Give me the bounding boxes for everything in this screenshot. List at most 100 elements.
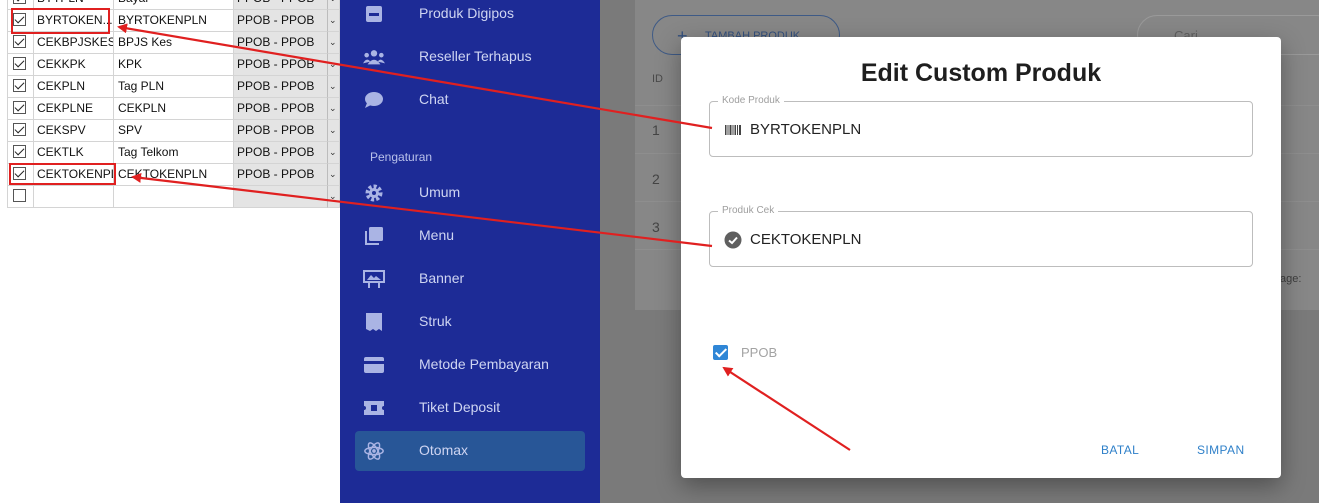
code-cell[interactable]: CEKPLNE: [34, 98, 114, 120]
sidebar-item-tiket-deposit[interactable]: Tiket Deposit: [355, 388, 585, 428]
name-cell[interactable]: KPK: [114, 54, 234, 76]
atom-icon: [363, 440, 385, 462]
chevron-down-icon[interactable]: ⌄: [327, 98, 340, 120]
card-icon: [363, 354, 385, 376]
code-cell[interactable]: CEKTLK: [34, 142, 114, 164]
name-cell[interactable]: BPJS Kes: [114, 32, 234, 54]
ppob-checkbox[interactable]: [713, 345, 728, 360]
spreadsheet: BYTPLNBayarPPOB - PPOB⌄BYRTOKEN...BYRTOK…: [0, 0, 340, 208]
receipt-icon: [363, 311, 385, 333]
code-cell[interactable]: CEKTOKENPLN: [34, 164, 114, 186]
checkbox-icon: [13, 13, 26, 27]
code-cell[interactable]: CEKPLN: [34, 76, 114, 98]
name-cell[interactable]: CEKTOKENPLN: [114, 164, 234, 186]
code-cell[interactable]: CEKKPK: [34, 54, 114, 76]
table-row: ⌄: [0, 186, 340, 208]
sidebar-item-reseller-terhapus[interactable]: Reseller Terhapus: [355, 37, 585, 77]
table-row: CEKTOKENPLNCEKTOKENPLNPPOB - PPOB⌄: [0, 164, 340, 186]
code-cell[interactable]: CEKBPJSKES: [34, 32, 114, 54]
category-cell[interactable]: [234, 186, 327, 208]
chevron-down-icon[interactable]: ⌄: [327, 120, 340, 142]
category-cell[interactable]: PPOB - PPOB: [234, 10, 327, 32]
table-row: CEKTLK Tag Telkom PPOB - PPOB ⌄: [0, 142, 340, 164]
checkbox-icon: [13, 57, 26, 71]
sidebar-item-label: Otomax: [419, 442, 469, 458]
code-cell[interactable]: [34, 186, 114, 208]
checkbox-icon: [13, 0, 26, 5]
table-row: BYRTOKEN... BYRTOKENPLN PPOB - PPOB ⌄: [0, 10, 340, 32]
barcode-icon: [724, 121, 742, 139]
chevron-down-icon[interactable]: ⌄: [327, 0, 340, 10]
sidebar-item-label: Struk: [419, 313, 452, 329]
row-checkbox[interactable]: [7, 120, 34, 142]
name-cell[interactable]: SPV: [114, 120, 234, 142]
chevron-down-icon[interactable]: ⌄: [327, 142, 340, 164]
name-cell[interactable]: CEKPLN: [114, 98, 234, 120]
checkbox-icon: [13, 145, 26, 159]
chevron-down-icon[interactable]: ⌄: [327, 32, 340, 54]
column-header-id: ID: [652, 73, 663, 85]
produk-cek-field[interactable]: Produk Cek CEKTOKENPLN: [709, 205, 1253, 267]
category-cell[interactable]: PPOB - PPOB: [234, 142, 327, 164]
sidebar-item-label: Banner: [419, 270, 465, 286]
sidebar-item-label: Menu: [419, 227, 455, 243]
chevron-down-icon[interactable]: ⌄: [327, 10, 340, 32]
table-row: CEKKPK KPK PPOB - PPOB ⌄: [0, 54, 340, 76]
row-checkbox[interactable]: [7, 164, 34, 186]
category-cell[interactable]: PPOB - PPOB: [234, 164, 327, 186]
row-checkbox[interactable]: [7, 186, 34, 208]
edit-custom-product-dialog: Edit Custom Produk Kode Produk BYRTOKENP…: [681, 37, 1281, 478]
chevron-down-icon[interactable]: ⌄: [327, 54, 340, 76]
category-cell[interactable]: PPOB - PPOB: [234, 32, 327, 54]
ppob-checkbox-label: PPOB: [741, 345, 778, 360]
chevron-down-icon[interactable]: ⌄: [327, 164, 340, 186]
sidebar-item-otomax[interactable]: Otomax: [355, 431, 585, 471]
sidebar-item-metode-pembayaran[interactable]: Metode Pembayaran: [355, 345, 585, 385]
sidebar-item-label: Tiket Deposit: [419, 399, 501, 415]
sidebar-item-chat[interactable]: Chat: [355, 80, 585, 120]
sidebar-item-struk[interactable]: Struk: [355, 302, 585, 342]
sidebar-item-label: Umum: [419, 184, 461, 200]
code-cell[interactable]: BYTPLN: [34, 0, 114, 10]
code-cell[interactable]: BYRTOKEN...: [34, 10, 114, 32]
checkbox-icon: [13, 79, 26, 93]
category-cell[interactable]: PPOB - PPOB: [234, 98, 327, 120]
row-checkbox[interactable]: [7, 142, 34, 164]
name-cell[interactable]: Tag Telkom: [114, 142, 234, 164]
category-cell[interactable]: PPOB - PPOB: [234, 54, 327, 76]
users-icon: [363, 46, 385, 68]
sidebar-item-label: Chat: [419, 91, 449, 107]
name-cell[interactable]: Tag PLN: [114, 76, 234, 98]
table-row: CEKPLNE CEKPLN PPOB - PPOB ⌄: [0, 98, 340, 120]
code-cell[interactable]: CEKSPV: [34, 120, 114, 142]
category-cell[interactable]: PPOB - PPOB: [234, 76, 327, 98]
row-checkbox[interactable]: [7, 98, 34, 120]
row-checkbox[interactable]: [7, 54, 34, 76]
sidebar-item-produk-digipos[interactable]: Produk Digipos: [355, 0, 585, 34]
row-checkbox[interactable]: [7, 0, 34, 10]
chevron-down-icon[interactable]: ⌄: [327, 76, 340, 98]
table-row: CEKSPV SPV PPOB - PPOB ⌄: [0, 120, 340, 142]
name-cell[interactable]: BYRTOKENPLN: [114, 10, 234, 32]
sidebar-item-banner[interactable]: Banner: [355, 259, 585, 299]
kode-produk-field[interactable]: Kode Produk BYRTOKENPLN: [709, 95, 1253, 157]
sidebar-item-menu[interactable]: Menu: [355, 216, 585, 256]
cancel-button[interactable]: BATAL: [1101, 443, 1139, 457]
save-button[interactable]: SIMPAN: [1197, 443, 1245, 457]
sidebar-item-label: Reseller Terhapus: [419, 48, 532, 64]
chevron-down-icon[interactable]: ⌄: [327, 186, 340, 208]
row-checkbox[interactable]: [7, 76, 34, 98]
ticket-icon: [363, 397, 385, 419]
pagination-label: age:: [1280, 273, 1302, 285]
category-cell[interactable]: PPOB - PPOB: [234, 120, 327, 142]
sidebar-item-label: Metode Pembayaran: [419, 356, 549, 372]
sidebar-item-umum[interactable]: Umum: [355, 173, 585, 213]
name-cell[interactable]: Bayar: [114, 0, 234, 10]
category-cell[interactable]: PPOB - PPOB: [234, 0, 327, 10]
kode-produk-label: Kode Produk: [718, 95, 784, 106]
row-checkbox[interactable]: [7, 32, 34, 54]
name-cell[interactable]: [114, 186, 234, 208]
table-row: BYTPLNBayarPPOB - PPOB⌄: [0, 0, 340, 10]
produk-cek-label: Produk Cek: [718, 205, 779, 216]
row-checkbox[interactable]: [7, 10, 34, 32]
